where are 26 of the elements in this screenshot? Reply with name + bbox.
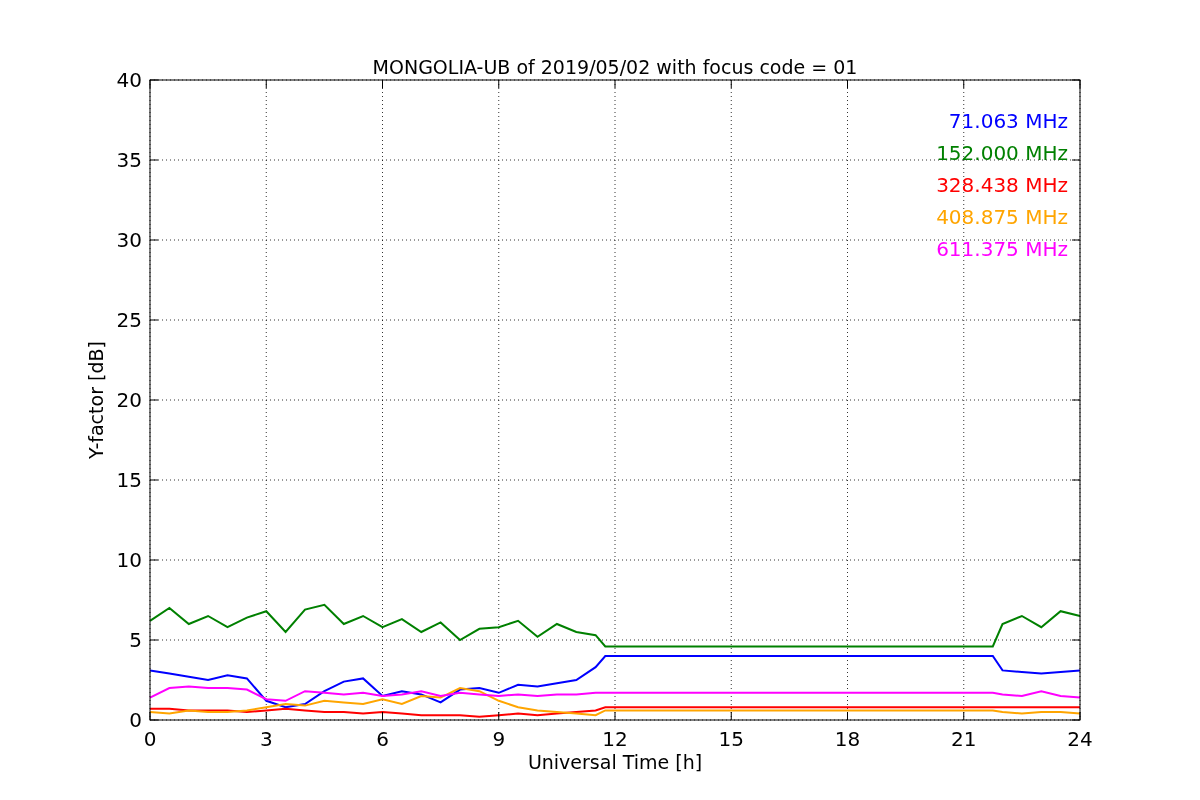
tick-label: 6 (376, 727, 389, 751)
tick-label: 18 (834, 727, 861, 751)
tick-label: 25 (116, 308, 142, 332)
tick-label: 0 (143, 727, 157, 751)
legend-label: 328.438 MHz (936, 173, 1068, 197)
tick-label: 0 (129, 708, 142, 732)
tick-label: 9 (492, 727, 506, 751)
y-axis-label: Y-factor [dB] (85, 341, 107, 459)
chart-title: MONGOLIA-UB of 2019/05/02 with focus code = 01 (372, 56, 858, 78)
tick-label: 24 (1067, 727, 1093, 751)
tick-label: 15 (116, 468, 142, 492)
tick-label: 10 (116, 548, 142, 572)
legend-label: 611.375 MHz (936, 237, 1068, 261)
tick-label: 20 (116, 388, 142, 412)
tick-label: 15 (718, 727, 744, 751)
tick-label: 12 (602, 727, 628, 751)
legend-label: 71.063 MHz (948, 109, 1068, 133)
tick-label: 40 (116, 68, 142, 92)
tick-label: 30 (116, 228, 142, 252)
legend-label: 152.000 MHz (936, 141, 1068, 165)
tick-label: 21 (951, 727, 977, 751)
legend-label: 408.875 MHz (936, 205, 1068, 229)
tick-label: 3 (259, 727, 273, 751)
tick-label: 35 (116, 148, 142, 172)
x-axis-label: Universal Time [h] (527, 751, 703, 773)
tick-label: 5 (129, 628, 142, 652)
